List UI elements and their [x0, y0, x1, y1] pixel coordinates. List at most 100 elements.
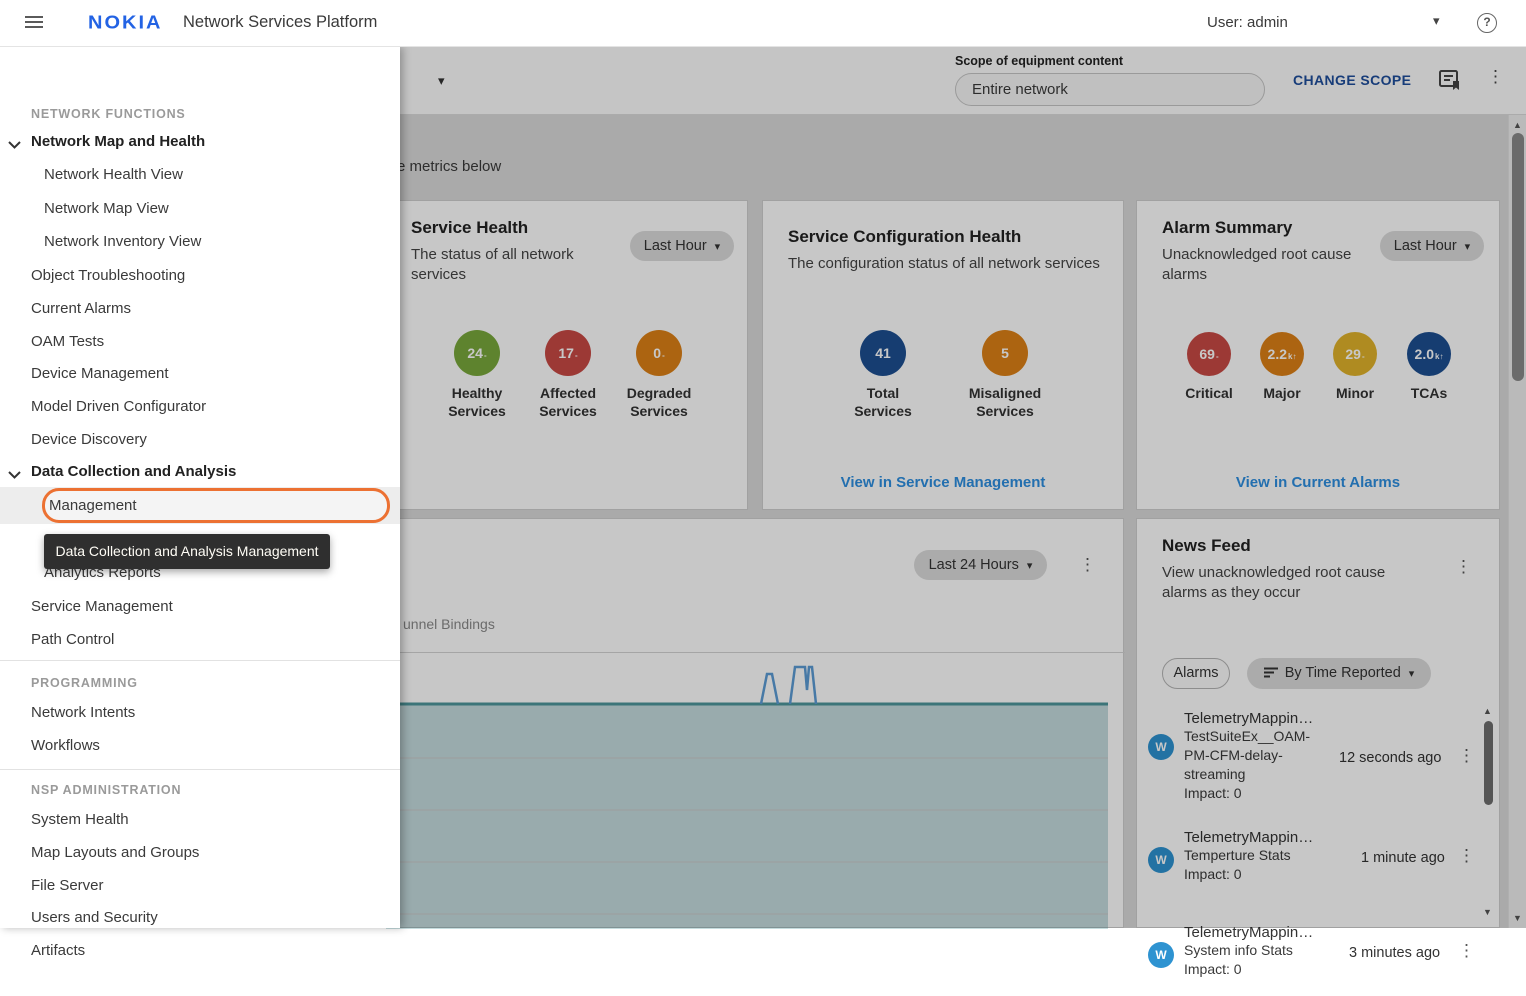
sidebar-item-oam-tests[interactable]: OAM Tests — [31, 333, 104, 350]
hidden-dropdown-caret-icon[interactable]: ▾ — [438, 73, 445, 89]
news-item[interactable]: W TelemetryMappin… System info Stats Imp… — [1137, 916, 1501, 996]
metric-circle: 17- — [545, 330, 591, 376]
scope-input[interactable]: Entire network — [955, 73, 1265, 106]
scrollbar-thumb[interactable] — [1512, 133, 1524, 381]
user-menu[interactable]: User: admin — [1207, 14, 1288, 31]
sidebar-item-management[interactable]: Management — [42, 488, 390, 523]
hamburger-menu-icon[interactable] — [25, 16, 43, 30]
sidebar-item-network-inventory-view[interactable]: Network Inventory View — [44, 233, 201, 250]
avatar: W — [1148, 847, 1174, 873]
metric-circle: 69- — [1187, 332, 1231, 376]
sidebar-group-network-map-and-health[interactable]: Network Map and Health — [31, 133, 205, 150]
nokia-logo: NOKIA — [88, 13, 162, 34]
sidebar-item-artifacts[interactable]: Artifacts — [31, 942, 85, 959]
news-item-time: 1 minute ago — [1361, 850, 1445, 866]
news-item-title: TelemetryMappin… — [1184, 829, 1344, 846]
sidebar-item-object-troubleshooting[interactable]: Object Troubleshooting — [31, 267, 185, 284]
news-item[interactable]: W TelemetryMappin… TestSuiteEx__OAM- PM-… — [1137, 704, 1501, 814]
sidebar-group-data-collection-and-analysis[interactable]: Data Collection and Analysis — [31, 463, 236, 480]
navigation-sidebar: NETWORK FUNCTIONS Network Map and Health… — [0, 47, 400, 928]
alarm-summary-card: Alarm Summary Unacknowledged root cause … — [1136, 200, 1500, 510]
tab-label-fragment[interactable]: unnel Bindings — [403, 616, 495, 632]
sidebar-item-file-server[interactable]: File Server — [31, 877, 104, 894]
sidebar-item-users-and-security[interactable]: Users and Security — [31, 909, 158, 926]
sidebar-section-network-functions: NETWORK FUNCTIONS — [31, 107, 186, 121]
scroll-down-icon[interactable]: ▼ — [1483, 907, 1492, 917]
change-scope-button[interactable]: CHANGE SCOPE — [1293, 72, 1411, 88]
metric-degraded-services: 0- DegradedServices — [604, 330, 714, 420]
news-item-kebab-menu[interactable]: ⋮ — [1458, 941, 1475, 961]
metric-circle: 0- — [636, 330, 682, 376]
sidebar-item-network-health-view[interactable]: Network Health View — [44, 166, 183, 183]
chevron-down-icon — [8, 466, 21, 483]
metric-circle: 2.0k↑ — [1407, 332, 1451, 376]
utilization-chart-card: Last 24 Hours▾ ⋮ unnel Bindings — [385, 518, 1124, 928]
chevron-down-icon — [8, 136, 21, 153]
period-dropdown[interactable]: Last Hour▾ — [630, 231, 734, 261]
service-health-card: Service Health The status of all network… — [385, 200, 748, 510]
view-in-service-management-link[interactable]: View in Service Management — [763, 474, 1123, 491]
chevron-down-icon: ▾ — [1465, 241, 1471, 253]
scroll-up-icon[interactable]: ▲ — [1483, 706, 1492, 716]
metric-circle: 2.2k↑ — [1260, 332, 1304, 376]
sidebar-item-system-health[interactable]: System Health — [31, 811, 129, 828]
divider — [0, 660, 400, 661]
avatar: W — [1148, 942, 1174, 968]
news-item[interactable]: W TelemetryMappin… Temperture Stats Impa… — [1137, 821, 1501, 901]
scrollbar-thumb[interactable] — [1484, 721, 1493, 805]
top-bar: NOKIA Network Services Platform User: ad… — [0, 0, 1526, 47]
sidebar-item-device-discovery[interactable]: Device Discovery — [31, 431, 147, 448]
news-item-impact: Impact: 0 — [1184, 960, 1344, 979]
sort-icon — [1264, 667, 1279, 678]
news-item-kebab-menu[interactable]: ⋮ — [1458, 846, 1475, 866]
card-title: Alarm Summary — [1162, 218, 1292, 238]
sidebar-item-network-map-view[interactable]: Network Map View — [44, 200, 169, 217]
metric-tcas: 2.0k↑ TCAs — [1374, 332, 1484, 402]
card-kebab-menu[interactable]: ⋮ — [1455, 557, 1472, 577]
tooltip: Data Collection and Analysis Management — [44, 534, 330, 569]
scroll-up-icon[interactable]: ▲ — [1513, 120, 1522, 130]
news-item-kebab-menu[interactable]: ⋮ — [1458, 746, 1475, 766]
chevron-down-icon[interactable]: ▾ — [1433, 13, 1440, 29]
card-title: Service Health — [411, 218, 528, 238]
sort-dropdown[interactable]: By Time Reported▾ — [1247, 658, 1431, 689]
sidebar-item-model-driven-configurator[interactable]: Model Driven Configurator — [31, 398, 206, 415]
metric-circle: 24- — [454, 330, 500, 376]
sidebar-item-network-intents[interactable]: Network Intents — [31, 704, 135, 721]
page-scrollbar[interactable]: ▲ ▼ — [1508, 115, 1526, 928]
chevron-down-icon: ▾ — [1409, 668, 1415, 680]
card-subtitle: The configuration status of all network … — [788, 254, 1108, 274]
metric-circle: 5 — [982, 330, 1028, 376]
card-subtitle: The status of all network services — [411, 245, 591, 286]
news-item-impact: Impact: 0 — [1184, 784, 1344, 803]
period-dropdown[interactable]: Last 24 Hours▾ — [914, 550, 1047, 580]
news-feed-card: News Feed ⋮ View unacknowledged root cau… — [1136, 518, 1500, 928]
card-subtitle: View unacknowledged root cause alarms as… — [1162, 563, 1432, 604]
alarms-filter-pill[interactable]: Alarms — [1162, 658, 1230, 689]
utilization-line-chart[interactable] — [386, 652, 1108, 929]
sidebar-item-map-layouts-and-groups[interactable]: Map Layouts and Groups — [31, 844, 199, 861]
news-item-title: TelemetryMappin… — [1184, 710, 1344, 727]
scroll-down-icon[interactable]: ▼ — [1513, 913, 1522, 923]
news-item-title: TelemetryMappin… — [1184, 924, 1344, 941]
toolbar-kebab-menu[interactable]: ⋮ — [1487, 67, 1504, 87]
sidebar-item-service-management[interactable]: Service Management — [31, 598, 173, 615]
saved-views-icon[interactable] — [1438, 68, 1462, 97]
view-in-current-alarms-link[interactable]: View in Current Alarms — [1137, 474, 1499, 491]
card-subtitle: Unacknowledged root cause alarms — [1162, 245, 1352, 286]
period-dropdown[interactable]: Last Hour▾ — [1380, 231, 1484, 261]
metric-circle: 29- — [1333, 332, 1377, 376]
card-kebab-menu[interactable]: ⋮ — [1079, 555, 1096, 575]
metric-misaligned-services: 5 MisalignedServices — [950, 330, 1060, 420]
metric-total-services: 41 TotalServices — [828, 330, 938, 420]
help-icon[interactable]: ? — [1477, 13, 1497, 33]
sidebar-item-path-control[interactable]: Path Control — [31, 631, 114, 648]
card-title: News Feed — [1162, 536, 1251, 556]
sidebar-section-programming: PROGRAMMING — [31, 676, 138, 690]
news-item-time: 12 seconds ago — [1339, 750, 1441, 766]
metric-circle: 41 — [860, 330, 906, 376]
sidebar-item-device-management[interactable]: Device Management — [31, 365, 169, 382]
sidebar-section-nsp-administration: NSP ADMINISTRATION — [31, 783, 181, 797]
sidebar-item-current-alarms[interactable]: Current Alarms — [31, 300, 131, 317]
sidebar-item-workflows[interactable]: Workflows — [31, 737, 100, 754]
